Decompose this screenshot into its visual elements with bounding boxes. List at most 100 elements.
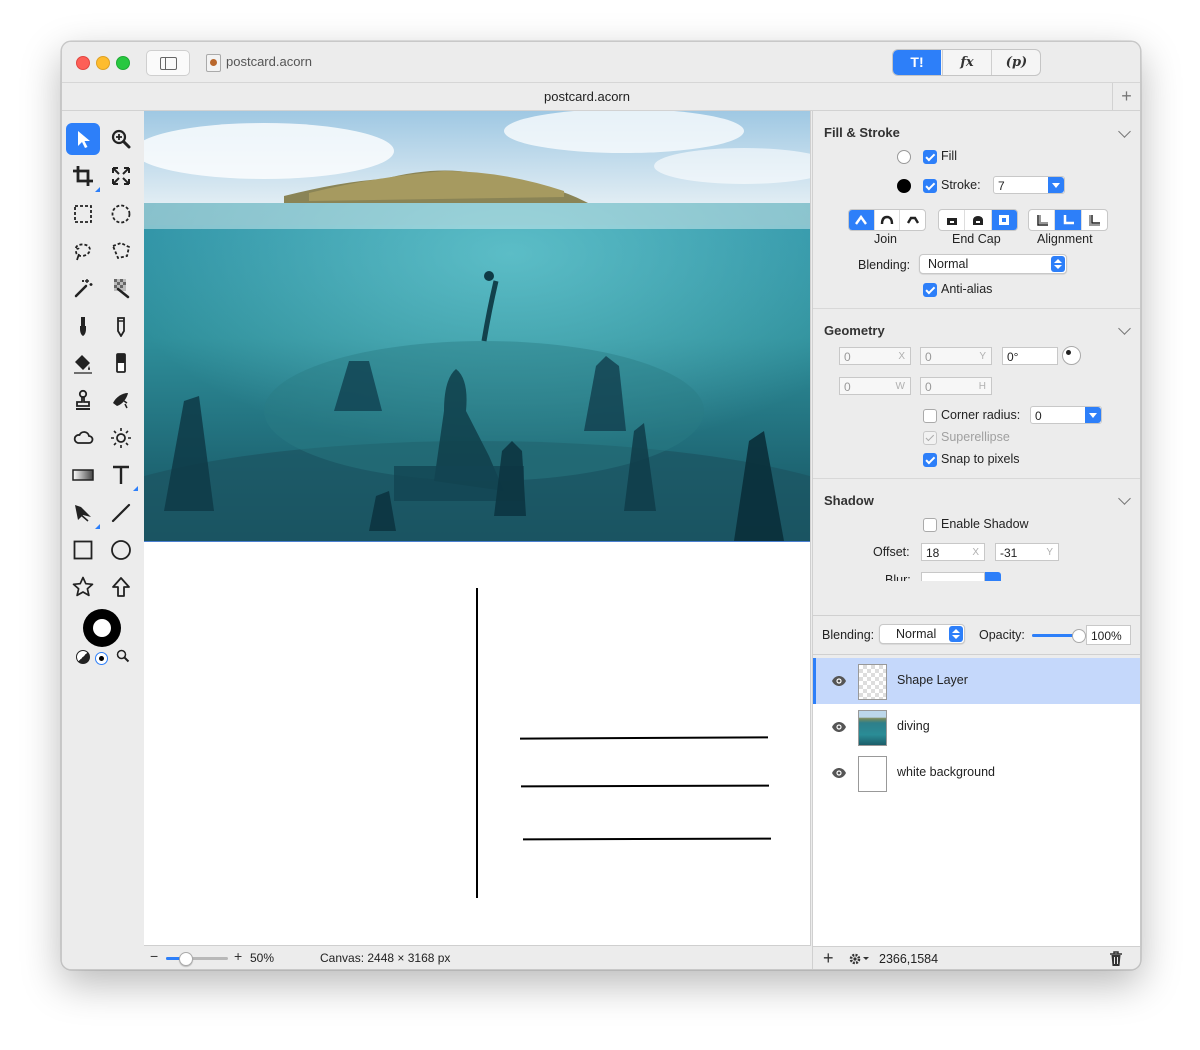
close-window-button[interactable]	[76, 56, 90, 70]
stroke-width-value[interactable]: 7	[998, 179, 1005, 193]
star-shape-icon[interactable]	[66, 571, 100, 603]
zoom-slider-knob[interactable]	[178, 952, 193, 966]
postcard-divider-line[interactable]	[476, 588, 478, 898]
default-colors-icon[interactable]	[95, 652, 108, 665]
round-cap-icon[interactable]	[964, 210, 990, 230]
superellipse-checkbox[interactable]	[923, 431, 937, 445]
rectangle-shape-icon[interactable]	[66, 534, 100, 566]
shadow-chevron-icon[interactable]	[1118, 492, 1131, 505]
bezier-pen-icon[interactable]	[66, 497, 100, 529]
layer-actions-gear-icon[interactable]	[847, 951, 871, 967]
ellipse-select-icon[interactable]	[104, 198, 138, 230]
geometry-height-field[interactable]: 0H	[920, 377, 992, 395]
rotation-dial-icon[interactable]	[1062, 346, 1081, 365]
gradient-icon[interactable]	[66, 459, 100, 491]
color-select-icon[interactable]	[104, 272, 138, 304]
layer-opacity-field[interactable]: 100%	[1086, 625, 1131, 645]
stroke-width-dropdown-icon[interactable]	[1048, 177, 1064, 193]
sun-icon[interactable]	[104, 422, 138, 454]
tools-inspector-tab[interactable]: T!	[893, 50, 941, 75]
arrow-shape-icon[interactable]	[104, 571, 138, 603]
square-cap-icon[interactable]	[990, 210, 1017, 230]
diving-photo-layer[interactable]	[144, 111, 810, 542]
minimize-window-button[interactable]	[96, 56, 110, 70]
align-outside-icon[interactable]	[1080, 210, 1107, 230]
swap-colors-icon[interactable]	[76, 650, 90, 664]
rect-select-icon[interactable]	[66, 198, 100, 230]
shadow-blur-dropdown-icon[interactable]	[985, 572, 1001, 581]
zoom-icon[interactable]	[104, 123, 138, 155]
layer-blending-popup[interactable]: Normal	[879, 624, 965, 644]
geometry-section-title[interactable]: Geometry	[824, 323, 885, 338]
align-inside-icon[interactable]	[1029, 210, 1054, 230]
color-picker-magnifier-icon[interactable]	[116, 649, 130, 663]
bevel-join-icon[interactable]	[899, 210, 925, 230]
butt-cap-icon[interactable]	[939, 210, 964, 230]
geometry-chevron-icon[interactable]	[1118, 322, 1131, 335]
zoom-level[interactable]: 50%	[250, 951, 274, 965]
address-line-2[interactable]	[520, 784, 770, 788]
geometry-width-field[interactable]: 0W	[839, 377, 911, 395]
round-join-icon[interactable]	[873, 210, 900, 230]
address-line-3[interactable]	[522, 837, 772, 841]
visibility-eye-icon[interactable]	[831, 720, 847, 734]
corner-radius-combo[interactable]: 0	[1030, 406, 1102, 424]
miter-join-icon[interactable]	[849, 210, 874, 230]
layer-opacity-slider[interactable]	[1032, 629, 1086, 643]
delete-layer-trash-icon[interactable]	[1109, 951, 1123, 967]
lasso-icon[interactable]	[66, 235, 100, 267]
clone-stamp-icon[interactable]	[66, 384, 100, 416]
polygon-lasso-icon[interactable]	[104, 235, 138, 267]
fill-stroke-chevron-icon[interactable]	[1118, 125, 1131, 138]
zoom-slider[interactable]	[166, 952, 228, 966]
brush-icon[interactable]	[66, 310, 100, 342]
new-tab-button[interactable]: +	[1112, 83, 1140, 110]
line-icon[interactable]	[104, 497, 138, 529]
visibility-eye-icon[interactable]	[831, 674, 847, 688]
shadow-section-title[interactable]: Shadow	[824, 493, 874, 508]
stroke-checkbox[interactable]	[923, 179, 937, 193]
visibility-eye-icon[interactable]	[831, 766, 847, 780]
address-line-1[interactable]	[519, 736, 769, 740]
document-canvas[interactable]	[144, 111, 811, 946]
corner-radius-checkbox[interactable]	[923, 409, 937, 423]
fill-color-swatch[interactable]	[93, 619, 111, 637]
document-tab[interactable]: postcard.acorn	[62, 89, 1112, 104]
retouch-icon[interactable]	[104, 384, 138, 416]
layer-row-diving[interactable]: diving	[813, 704, 1140, 750]
cloud-icon[interactable]	[66, 422, 100, 454]
canvas-area[interactable]	[144, 111, 811, 946]
corner-radius-value[interactable]: 0	[1035, 409, 1042, 423]
corner-radius-dropdown-icon[interactable]	[1085, 407, 1101, 423]
fill-color-radio[interactable]	[897, 150, 911, 164]
align-center-icon[interactable]	[1054, 210, 1081, 230]
layer-name[interactable]: diving	[897, 719, 930, 733]
eraser-icon[interactable]	[104, 347, 138, 379]
transform-icon[interactable]	[104, 160, 138, 192]
toggle-sidebar-button[interactable]	[146, 50, 190, 76]
palettes-tab[interactable]: (p)	[991, 50, 1040, 75]
geometry-y-field[interactable]: 0Y	[920, 347, 992, 365]
layer-row-shape-layer[interactable]: Shape Layer	[813, 658, 1140, 704]
enable-shadow-checkbox[interactable]	[923, 518, 937, 532]
oval-shape-icon[interactable]	[104, 534, 138, 566]
zoom-in-button[interactable]: +	[234, 948, 242, 964]
stroke-width-combo[interactable]: 7	[993, 176, 1065, 194]
zoom-out-button[interactable]: −	[150, 948, 158, 964]
stroke-color-radio[interactable]	[897, 179, 911, 193]
paint-bucket-icon[interactable]	[66, 347, 100, 379]
antialias-checkbox[interactable]	[923, 283, 937, 297]
shadow-offset-y-field[interactable]: -31 Y	[995, 543, 1059, 561]
crop-icon[interactable]	[66, 160, 100, 192]
layer-opacity-knob[interactable]	[1072, 629, 1086, 643]
geometry-x-field[interactable]: 0X	[839, 347, 911, 365]
layer-name[interactable]: Shape Layer	[897, 673, 968, 687]
add-layer-button[interactable]: +	[823, 948, 834, 969]
zoom-window-button[interactable]	[116, 56, 130, 70]
pencil-icon[interactable]	[104, 310, 138, 342]
shadow-blur-field[interactable]	[921, 572, 985, 581]
layer-row-white-background[interactable]: white background	[813, 750, 1140, 796]
select-arrow-icon[interactable]	[66, 123, 100, 155]
stroke-blending-popup[interactable]: Normal	[919, 254, 1067, 274]
fill-checkbox[interactable]	[923, 150, 937, 164]
